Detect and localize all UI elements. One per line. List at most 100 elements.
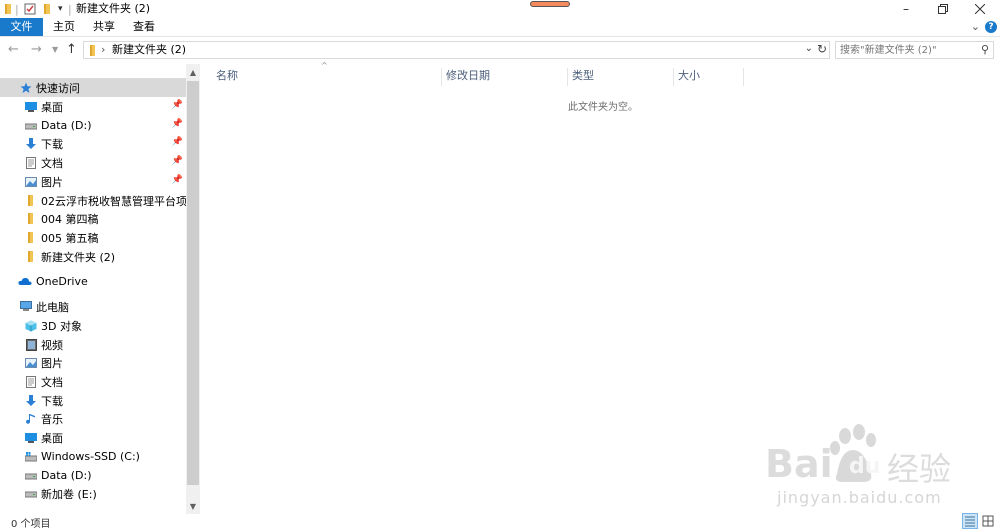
pin-icon[interactable]: 📌	[172, 175, 183, 185]
sidebar-scrollbar[interactable]: ▲ ▼	[186, 64, 200, 514]
sidebar-item-documents-pc[interactable]: 文档	[0, 372, 186, 391]
tab-share[interactable]: 共享	[88, 18, 120, 36]
pin-icon[interactable]: 📌	[172, 137, 183, 147]
sidebar-item-quick-access[interactable]: 快速访问	[0, 78, 186, 97]
picture-icon	[25, 357, 37, 369]
recent-locations-chevron-icon[interactable]: ▼	[52, 42, 58, 58]
sidebar-item-label: Data (D:)	[41, 119, 92, 132]
sidebar-item-downloads[interactable]: 下载 📌	[0, 134, 186, 153]
address-bar[interactable]: › 新建文件夹 (2) ⌄ ↻	[83, 41, 830, 59]
sidebar-item-drive-c[interactable]: Windows-SSD (C:)	[0, 447, 186, 466]
sidebar-item-drive-d[interactable]: Data (D:)	[0, 466, 186, 485]
picture-icon	[25, 176, 37, 188]
video-icon	[25, 338, 37, 351]
details-view-icon	[965, 516, 975, 527]
breadcrumb-separator-icon[interactable]: ›	[101, 43, 105, 56]
sidebar-item-onedrive[interactable]: OneDrive	[0, 272, 186, 291]
sidebar-item-label: 新加卷 (E:)	[41, 487, 97, 501]
tab-file[interactable]: 文件	[0, 18, 43, 36]
sidebar-item-label: 图片	[41, 356, 63, 370]
sidebar-item-desktop-pc[interactable]: 桌面	[0, 428, 186, 447]
tab-view[interactable]: 查看	[128, 18, 160, 36]
sidebar-item-folder-005[interactable]: 005 第五稿	[0, 228, 186, 247]
search-box[interactable]: ⚲	[835, 41, 994, 59]
tab-home[interactable]: 主页	[48, 18, 80, 36]
sidebar-item-label: 音乐	[41, 412, 63, 426]
pin-icon[interactable]: 📌	[172, 100, 183, 110]
sidebar-item-folder-004[interactable]: 004 第四稿	[0, 209, 186, 228]
star-icon	[20, 82, 32, 94]
window-title: 新建文件夹 (2)	[76, 2, 151, 15]
sidebar-item-downloads-pc[interactable]: 下载	[0, 391, 186, 410]
sidebar-item-documents[interactable]: 文档 📌	[0, 153, 186, 172]
sidebar-item-label: OneDrive	[36, 275, 88, 288]
title-bar: | ▾ | 新建文件夹 (2) –	[0, 0, 1000, 18]
sidebar-item-desktop[interactable]: 桌面 📌	[0, 97, 186, 116]
sidebar-item-label: 3D 对象	[41, 319, 82, 333]
minimize-button[interactable]: –	[888, 0, 924, 18]
sidebar-item-videos[interactable]: 视频	[0, 335, 186, 354]
cube-icon	[25, 320, 37, 332]
sidebar-item-3d-objects[interactable]: 3D 对象	[0, 316, 186, 335]
desktop-icon	[25, 101, 37, 113]
close-button[interactable]	[962, 0, 998, 18]
scroll-up-icon[interactable]: ▲	[186, 66, 200, 80]
pin-icon[interactable]: 📌	[172, 119, 183, 129]
watermark-brand: Bai	[765, 442, 833, 486]
ribbon: 文件 主页 共享 查看 ⌄ ?	[0, 18, 1000, 37]
sidebar-item-label: 下载	[41, 137, 63, 151]
desktop-icon	[25, 432, 37, 444]
sidebar-item-label: Windows-SSD (C:)	[41, 450, 140, 463]
large-icons-view-button[interactable]	[980, 513, 996, 529]
status-item-count: 0 个项目	[11, 519, 51, 530]
windows-drive-icon	[25, 451, 37, 463]
sidebar-item-label: 004 第四稿	[41, 212, 99, 226]
sidebar-item-folder-project[interactable]: 02云浮市税收智慧管理平台项目二期	[0, 191, 186, 210]
sidebar-item-label: 桌面	[41, 100, 63, 114]
properties-icon[interactable]	[24, 2, 36, 16]
sidebar-item-label: 文档	[41, 375, 63, 389]
search-input[interactable]	[840, 42, 975, 58]
folder-icon	[25, 232, 37, 244]
sidebar-item-data-d[interactable]: Data (D:) 📌	[0, 116, 186, 135]
forward-arrow-icon[interactable]: →	[31, 42, 42, 58]
download-icon	[25, 394, 37, 407]
back-arrow-icon[interactable]: ←	[8, 42, 19, 58]
sidebar-item-pictures-pc[interactable]: 图片	[0, 353, 186, 372]
sidebar-item-label: 视频	[41, 338, 63, 352]
column-header-name[interactable]: 名称	[212, 68, 442, 86]
search-icon[interactable]: ⚲	[981, 43, 989, 56]
expand-ribbon-chevron-icon[interactable]: ⌄	[971, 20, 980, 33]
sidebar-item-label: 此电脑	[36, 300, 69, 314]
customize-toolbar-icon[interactable]: ▾	[58, 2, 63, 16]
sidebar-item-label: 桌面	[41, 431, 63, 445]
up-arrow-icon[interactable]: ↑	[66, 42, 77, 58]
sidebar-item-new-folder-2[interactable]: 新建文件夹 (2)	[0, 247, 186, 266]
drive-icon	[25, 470, 37, 482]
details-view-button[interactable]	[962, 513, 978, 529]
scrollbar-thumb[interactable]	[187, 81, 199, 485]
folder-icon[interactable]	[3, 2, 15, 16]
sidebar-item-pictures[interactable]: 图片 📌	[0, 172, 186, 191]
restore-button[interactable]	[925, 0, 961, 18]
folder-icon	[88, 45, 98, 59]
new-folder-icon[interactable]	[42, 2, 54, 16]
sidebar-item-drive-e[interactable]: 新加卷 (E:)	[0, 484, 186, 503]
baidu-watermark: Bai du 经验 jingyan.baidu.com	[765, 424, 980, 510]
address-dropdown-icon[interactable]: ⌄	[805, 43, 813, 54]
sidebar-item-this-pc[interactable]: 此电脑	[0, 297, 186, 316]
scroll-down-icon[interactable]: ▼	[186, 500, 200, 514]
breadcrumb-current[interactable]: 新建文件夹 (2)	[112, 43, 186, 57]
sidebar-item-music[interactable]: 音乐	[0, 409, 186, 428]
help-icon[interactable]: ?	[985, 21, 997, 33]
column-header-modified[interactable]: 修改日期	[442, 68, 568, 86]
column-header-type[interactable]: 类型	[568, 68, 674, 86]
drag-handle[interactable]	[530, 1, 570, 7]
pin-icon[interactable]: 📌	[172, 156, 183, 166]
column-header-size[interactable]: 大小	[674, 68, 744, 86]
watermark-url: jingyan.baidu.com	[777, 488, 942, 507]
download-icon	[25, 137, 37, 150]
sidebar-item-label: 快速访问	[36, 81, 80, 95]
refresh-icon[interactable]: ↻	[817, 42, 827, 56]
drive-icon	[25, 488, 37, 500]
